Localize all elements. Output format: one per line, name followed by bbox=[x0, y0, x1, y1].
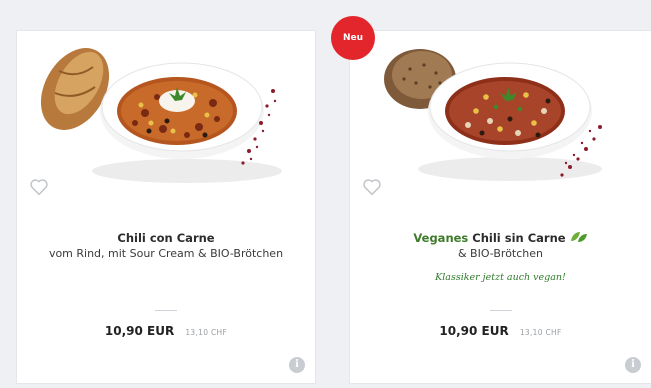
info-icon[interactable]: i bbox=[625, 357, 641, 373]
product-card-chili-con-carne[interactable]: Chili con Carne vom Rind, mit Sour Cream… bbox=[16, 30, 316, 384]
new-badge: Neu bbox=[331, 16, 375, 60]
product-title-main: Chili con Carne bbox=[117, 231, 215, 245]
price-row: 10,90 EUR 13,10 CHF bbox=[17, 320, 315, 339]
product-title-main: Chili sin Carne bbox=[472, 231, 566, 245]
price-chf: 13,10 CHF bbox=[519, 328, 562, 337]
product-image[interactable] bbox=[17, 31, 315, 201]
product-info: Veganes Chili sin Carne & BIO-Brötchen K… bbox=[350, 230, 651, 283]
leaf-icon bbox=[570, 232, 587, 242]
price-eur: 10,90 EUR bbox=[104, 324, 175, 338]
divider bbox=[155, 310, 177, 311]
price-row: 10,90 EUR 13,10 CHF bbox=[350, 320, 651, 339]
product-subtitle: vom Rind, mit Sour Cream & BIO-Brötchen bbox=[48, 247, 284, 260]
product-title-accent: Veganes bbox=[413, 231, 469, 245]
product-title: Veganes Chili sin Carne bbox=[350, 230, 651, 246]
product-title: Chili con Carne bbox=[17, 230, 315, 246]
divider bbox=[489, 310, 512, 311]
product-card-veganes-chili-sin-carne[interactable]: Veganes Chili sin Carne & BIO-Brötchen K… bbox=[349, 30, 651, 384]
product-subtitle: & BIO-Brötchen bbox=[457, 247, 544, 260]
info-icon[interactable]: i bbox=[289, 357, 305, 373]
heart-outline-icon[interactable] bbox=[29, 178, 49, 196]
product-grid: Chili con Carne vom Rind, mit Sour Cream… bbox=[0, 0, 651, 388]
price-eur: 10,90 EUR bbox=[439, 324, 509, 338]
product-tagline: Klassiker jetzt auch vegan! bbox=[435, 272, 566, 283]
product-image[interactable] bbox=[350, 31, 651, 201]
price-chf: 13,10 CHF bbox=[185, 328, 228, 337]
heart-outline-icon[interactable] bbox=[362, 178, 382, 196]
product-info: Chili con Carne vom Rind, mit Sour Cream… bbox=[17, 230, 315, 262]
